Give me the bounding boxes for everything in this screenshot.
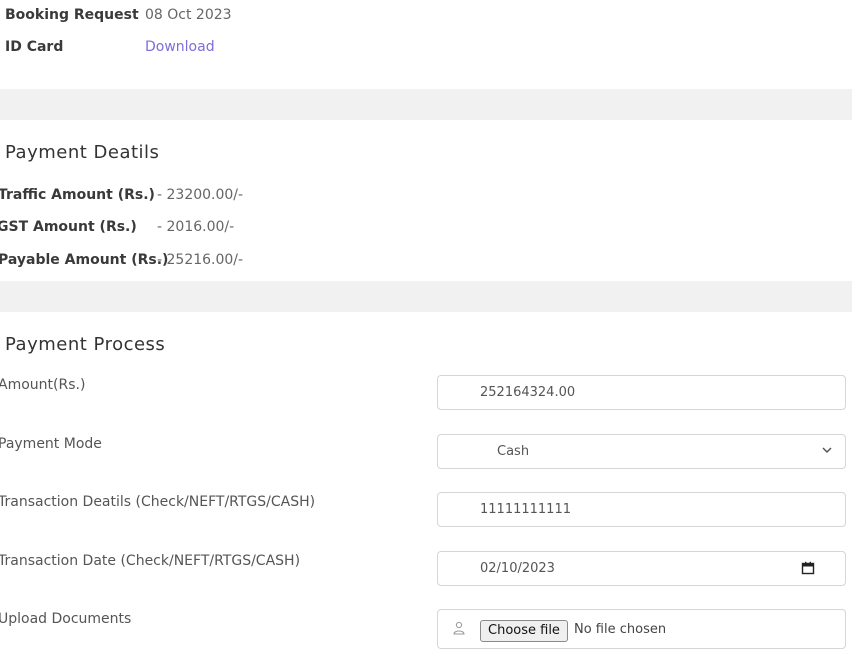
transaction-details-input[interactable]: 11111111111 — [437, 492, 846, 527]
upload-documents-input[interactable]: Choose file No file chosen — [437, 609, 846, 649]
transaction-date-input[interactable]: 02/10/2023 — [437, 551, 846, 586]
payment-process-title: Payment Process — [5, 334, 166, 355]
id-card-label: ID Card — [5, 39, 64, 55]
gst-amount-label: GST Amount (Rs.) — [0, 219, 137, 235]
payment-mode-select[interactable]: Cash — [437, 434, 846, 469]
booking-request-label: Booking Request — [5, 7, 139, 23]
amount-input-value: 252164324.00 — [480, 385, 576, 400]
traffic-amount-label: Traffic Amount (Rs.) — [0, 187, 155, 203]
calendar-icon[interactable] — [801, 561, 815, 575]
amount-input[interactable]: 252164324.00 — [437, 375, 846, 410]
traffic-amount-value: - 23200.00/- — [157, 187, 244, 203]
transaction-date-label: Transaction Date (Check/NEFT/RTGS/CASH) — [0, 553, 301, 569]
transaction-date-value: 02/10/2023 — [480, 561, 555, 576]
transaction-details-label: Transaction Deatils (Check/NEFT/RTGS/CAS… — [0, 494, 316, 510]
person-icon — [453, 621, 465, 635]
download-link[interactable]: Download — [145, 39, 215, 55]
payment-details-title: Payment Deatils — [5, 142, 160, 163]
payment-mode-value: Cash — [497, 444, 530, 459]
chevron-down-icon — [822, 447, 832, 454]
amount-label: Amount(Rs.) — [0, 377, 86, 393]
transaction-details-value: 11111111111 — [480, 502, 571, 517]
payable-amount-value: - 25216.00/- — [157, 252, 244, 268]
section-divider — [0, 281, 852, 312]
payment-mode-label: Payment Mode — [0, 436, 102, 452]
choose-file-button[interactable]: Choose file — [480, 620, 568, 642]
section-divider — [0, 89, 852, 120]
upload-documents-label: Upload Documents — [0, 611, 132, 627]
gst-amount-value: - 2016.00/- — [157, 219, 235, 235]
booking-request-value: 08 Oct 2023 — [145, 7, 232, 23]
payable-amount-label: Payable Amount (Rs.) — [0, 252, 169, 268]
